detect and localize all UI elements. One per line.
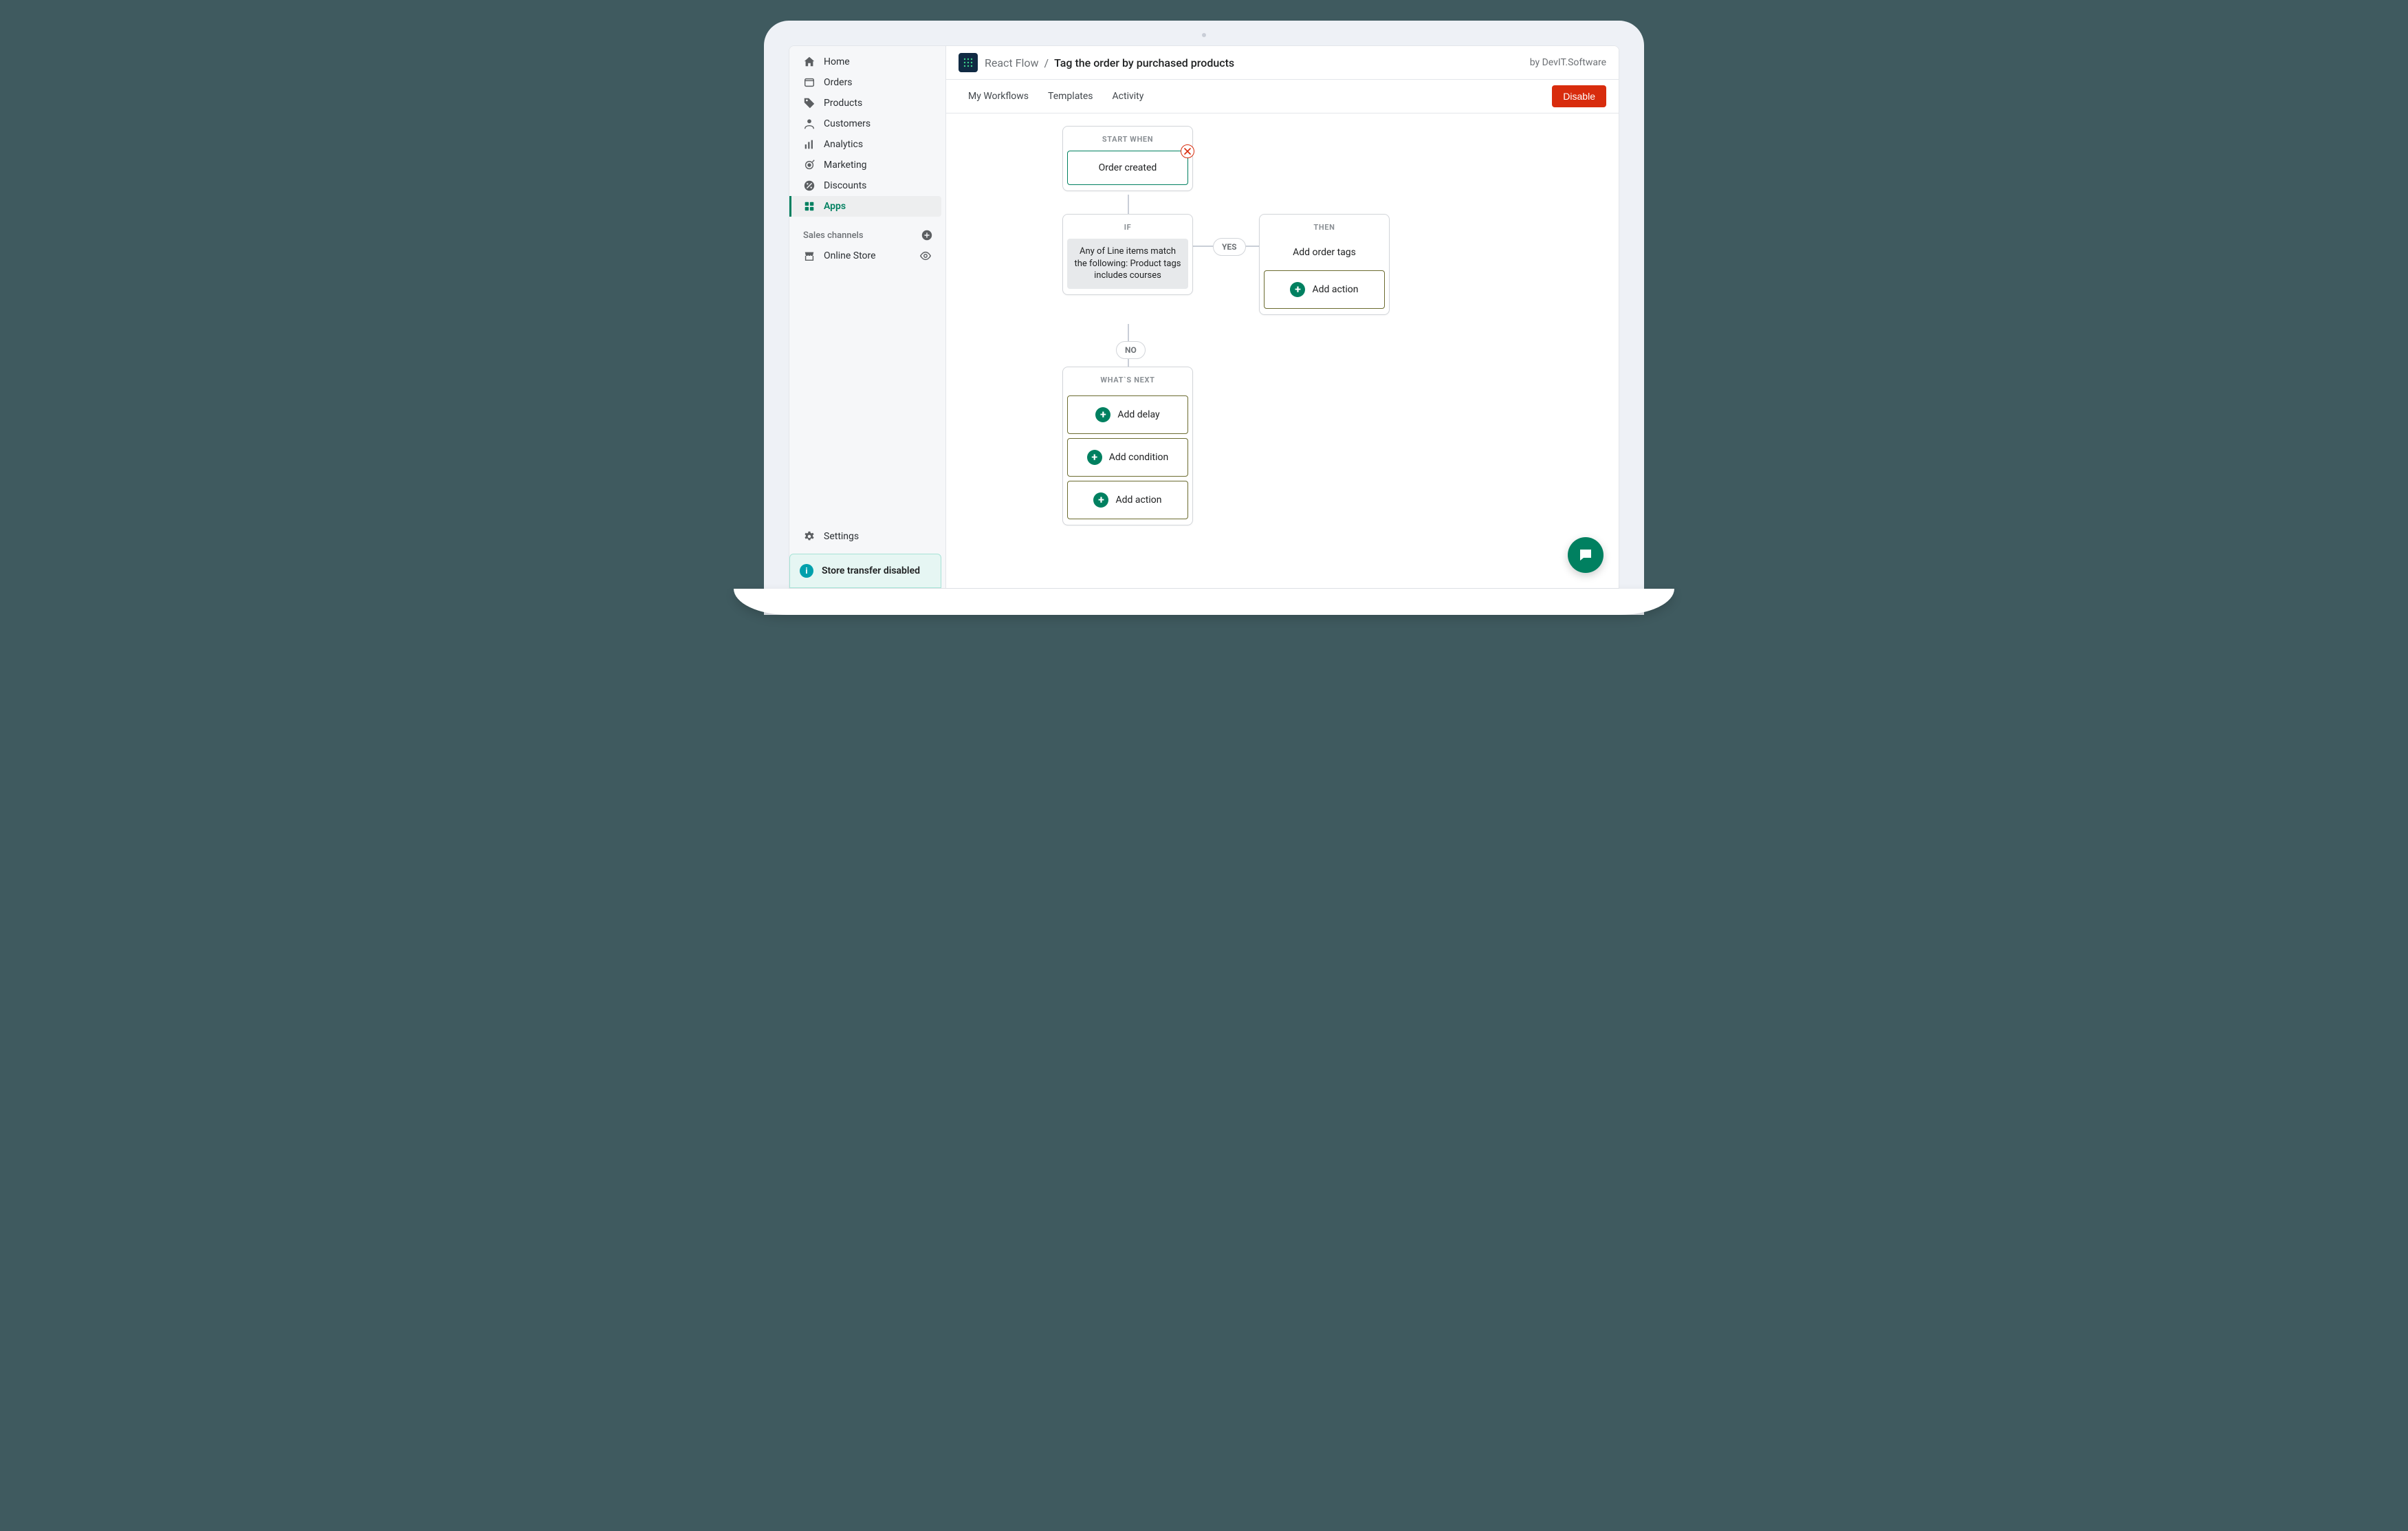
device-frame: Home Orders Products Customers Analytics [764,21,1644,615]
nav-label: Products [824,98,862,109]
breadcrumb-title: Tag the order by purchased products [1054,56,1234,69]
button-label: Add delay [1117,409,1159,420]
settings-label: Settings [824,531,859,542]
banner-text: Store transfer disabled [822,565,920,576]
tab-templates[interactable]: Templates [1038,80,1103,113]
nav-item-analytics[interactable]: Analytics [793,134,941,155]
nav-label: Online Store [824,250,876,261]
nav-item-products[interactable]: Products [793,93,941,113]
sidebar: Home Orders Products Customers Analytics [789,46,946,588]
connector [1128,195,1129,214]
then-action-text[interactable]: Add order tags [1264,239,1385,266]
no-label: NO [1116,341,1146,359]
app-screen: Home Orders Products Customers Analytics [789,45,1619,589]
condition-box[interactable]: Any of Line items match the following: P… [1067,239,1188,289]
analytics-icon [803,138,816,151]
nav-item-apps[interactable]: Apps [789,196,941,217]
byline: by DevIT.Software [1530,57,1606,68]
tabbar: My Workflows Templates Activity Disable [946,80,1619,113]
breadcrumb-app[interactable]: React Flow [985,56,1039,69]
node-header: IF [1063,215,1192,239]
nav-label: Home [824,56,850,67]
nav-list: Home Orders Products Customers Analytics [789,52,945,217]
nav-item-home[interactable]: Home [793,52,941,72]
breadcrumb-separator: / [1044,56,1049,69]
customers-icon [803,118,816,130]
node-start: START WHEN Order created [1062,126,1193,191]
plus-icon: + [1093,492,1108,508]
home-icon [803,56,816,68]
section-label: Sales channels [803,230,864,241]
yes-label: YES [1213,238,1246,256]
nav-label: Orders [824,77,853,88]
camera-dot [1202,33,1206,37]
sidebar-section-header: Sales channels [789,217,945,246]
nav-label: Marketing [824,160,867,171]
channel-list: Online Store [789,246,945,266]
nav-item-orders[interactable]: Orders [793,72,941,93]
app-logo-icon [959,53,978,72]
disable-button[interactable]: Disable [1552,85,1606,107]
gear-icon [803,530,816,543]
node-whats-next: WHAT`S NEXT + Add delay + Add condition … [1062,367,1193,525]
button-label: Add action [1115,495,1161,506]
node-then: THEN Add order tags + Add action [1259,214,1390,315]
button-label: Add condition [1109,452,1168,463]
button-label: Add action [1312,284,1358,295]
nav-label: Apps [824,201,846,212]
nav-item-marketing[interactable]: Marketing [793,155,941,175]
products-icon [803,97,816,109]
nav-label: Discounts [824,180,866,191]
chat-fab[interactable] [1568,537,1603,573]
nav-item-settings[interactable]: Settings [789,523,945,550]
nav-item-customers[interactable]: Customers [793,113,941,134]
nav-item-discounts[interactable]: Discounts [793,175,941,196]
plus-icon: + [1290,282,1305,297]
trigger-label: Order created [1099,162,1157,173]
nav-label: Analytics [824,139,863,150]
store-icon [803,250,816,262]
device-base [734,589,1674,615]
add-channel-icon[interactable] [921,229,933,241]
node-header: THEN [1260,215,1389,239]
topbar: React Flow / Tag the order by purchased … [946,46,1619,80]
nav-item-online-store[interactable]: Online Store [793,246,941,266]
tab-activity[interactable]: Activity [1103,80,1154,113]
view-store-icon[interactable] [919,250,932,262]
add-delay-button[interactable]: + Add delay [1067,395,1188,434]
discounts-icon [803,180,816,192]
main-content: React Flow / Tag the order by purchased … [946,46,1619,588]
chat-icon [1577,547,1594,563]
tab-my-workflows[interactable]: My Workflows [959,80,1038,113]
info-icon: i [800,564,813,578]
add-action-button[interactable]: + Add action [1067,481,1188,519]
apps-icon [803,200,816,213]
marketing-icon [803,159,816,171]
info-banner[interactable]: i Store transfer disabled [789,554,941,588]
node-header: WHAT`S NEXT [1063,367,1192,391]
node-header: START WHEN [1063,127,1192,151]
remove-trigger-button[interactable] [1181,144,1194,158]
trigger-box[interactable]: Order created [1067,151,1188,185]
node-if: IF Any of Line items match the following… [1062,214,1193,295]
workflow-canvas[interactable]: START WHEN Order created IF An [946,113,1619,588]
add-action-button[interactable]: + Add action [1264,270,1385,309]
orders-icon [803,76,816,89]
breadcrumb: React Flow / Tag the order by purchased … [985,56,1234,69]
plus-icon: + [1095,407,1110,422]
nav-label: Customers [824,118,871,129]
add-condition-button[interactable]: + Add condition [1067,438,1188,477]
plus-icon: + [1087,450,1102,465]
